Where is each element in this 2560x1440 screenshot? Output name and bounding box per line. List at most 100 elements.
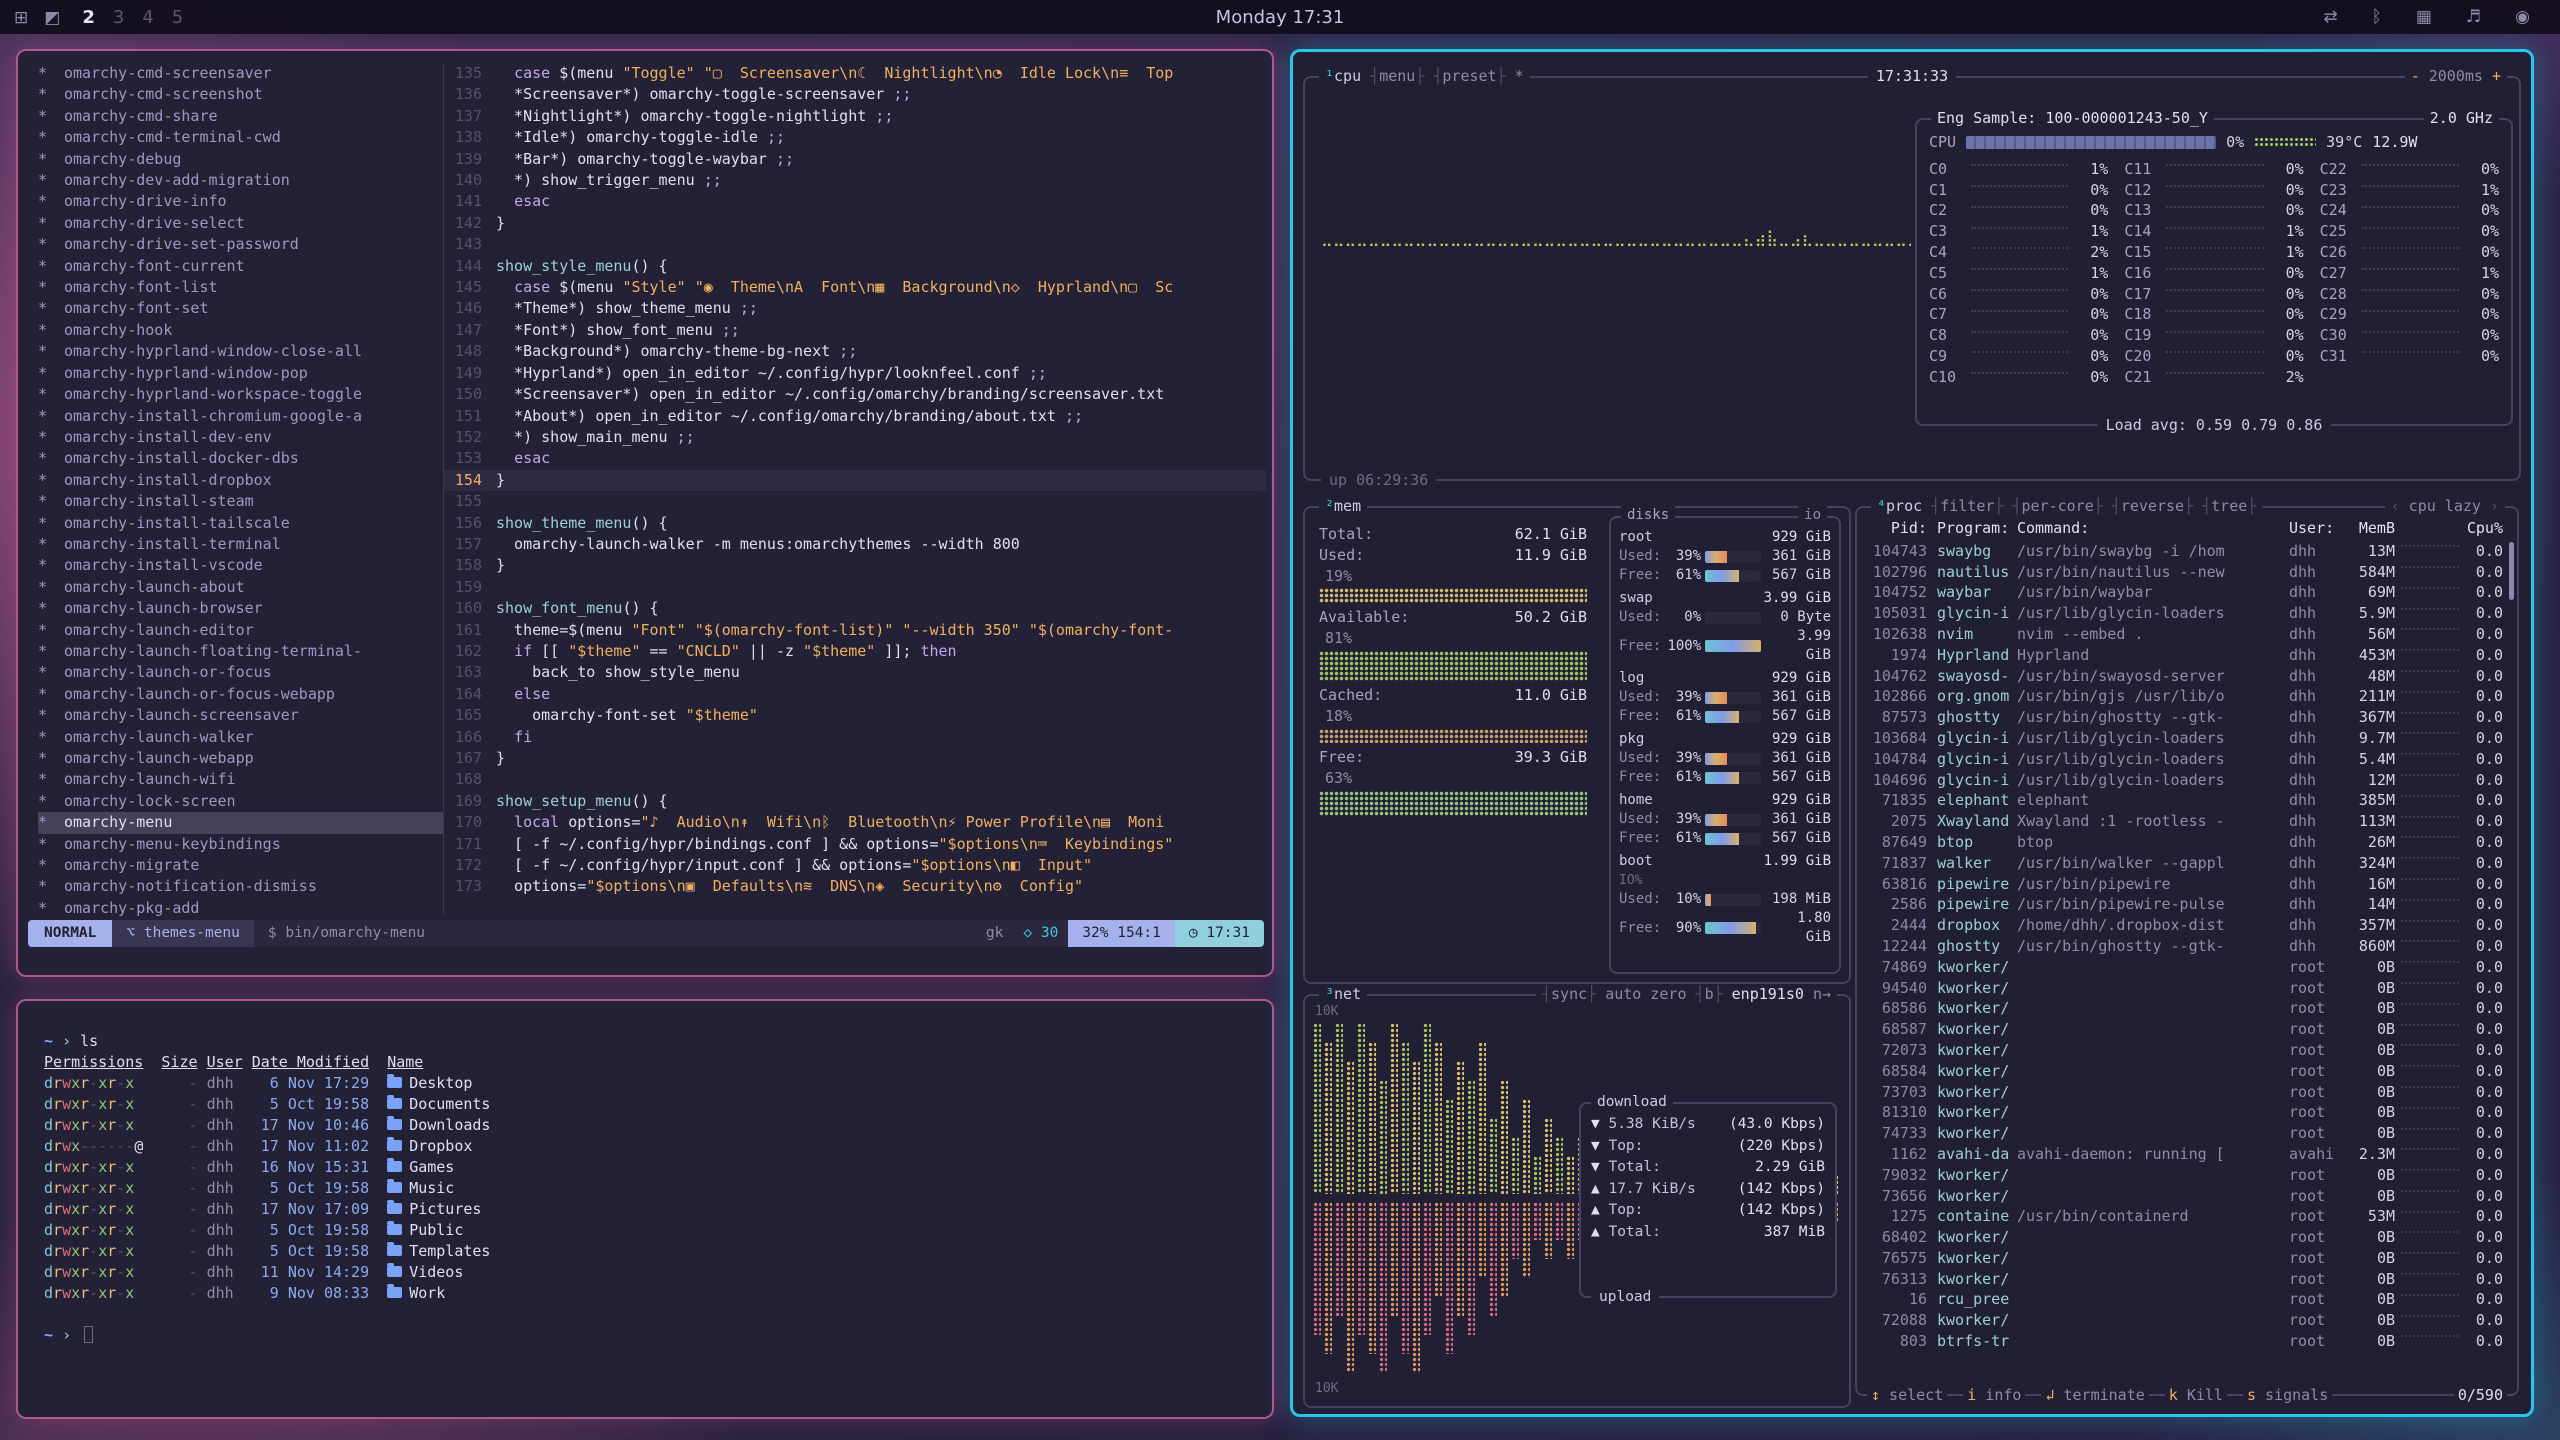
file-list-item[interactable]: *omarchy-cmd-screensaver	[38, 63, 443, 84]
process-row[interactable]: 103684glycin-i/usr/lib/glycin-loadersdhh…	[1863, 728, 2503, 749]
process-row[interactable]: 105031glycin-i/usr/lib/glycin-loadersdhh…	[1863, 603, 2503, 624]
proc-col-header[interactable]: MemB	[2345, 518, 2395, 539]
file-list-item[interactable]: *omarchy-launch-or-focus-webapp	[38, 684, 443, 705]
volume-icon[interactable]: ♬	[2466, 7, 2481, 27]
process-row[interactable]: 16rcu_pree root0B0.0	[1863, 1289, 2503, 1310]
process-row[interactable]: 76575kworker/ root0B0.0	[1863, 1248, 2503, 1269]
net-b-button[interactable]: b	[1705, 985, 1714, 1003]
file-list-item[interactable]: *omarchy-pkg-add	[38, 898, 443, 916]
menu-button[interactable]: menu	[1379, 66, 1415, 87]
process-row[interactable]: 72073kworker/ root0B0.0	[1863, 1040, 2503, 1061]
process-row[interactable]: 12244ghostty/usr/bin/ghostty --gtk-dhh86…	[1863, 936, 2503, 957]
proc-key-signals[interactable]: s signals	[2243, 1385, 2332, 1406]
file-list-item[interactable]: *omarchy-launch-about	[38, 577, 443, 598]
file-list-item[interactable]: *omarchy-install-tailscale	[38, 513, 443, 534]
window-icon[interactable]: ◩	[44, 8, 60, 28]
net-sync-button[interactable]: sync	[1551, 985, 1587, 1003]
bluetooth-icon[interactable]: ᛒ	[2372, 7, 2382, 27]
file-list-item[interactable]: *omarchy-install-steam	[38, 491, 443, 512]
process-row[interactable]: 1162avahi-daavahi-daemon: running [avahi…	[1863, 1144, 2503, 1165]
layout-icon[interactable]: ⊞	[14, 8, 28, 28]
proc-key-terminate[interactable]: ↲ terminate	[2041, 1385, 2148, 1406]
process-row[interactable]: 68586kworker/ root0B0.0	[1863, 998, 2503, 1019]
process-row[interactable]: 72088kworker/ root0B0.0	[1863, 1310, 2503, 1331]
proc-reverse-button[interactable]: reverse	[2121, 496, 2184, 517]
interval-minus[interactable]: -	[2411, 67, 2420, 85]
process-row[interactable]: 1275containe/usr/bin/containerdroot53M0.…	[1863, 1206, 2503, 1227]
process-row[interactable]: 87649btopbtopdhh26M0.0	[1863, 832, 2503, 853]
process-row[interactable]: 74733kworker/ root0B0.0	[1863, 1123, 2503, 1144]
process-row[interactable]: 2444dropbox/home/dhh/.dropbox-distdhh357…	[1863, 915, 2503, 936]
file-list-item[interactable]: *omarchy-font-current	[38, 256, 443, 277]
file-list-item[interactable]: *omarchy-launch-or-focus	[38, 662, 443, 683]
process-row[interactable]: 803btrfs-tr root0B0.0	[1863, 1331, 2503, 1352]
process-row[interactable]: 79032kworker/ root0B0.0	[1863, 1165, 2503, 1186]
file-list-item[interactable]: *omarchy-drive-set-password	[38, 234, 443, 255]
proc-col-header[interactable]: Pid:	[1863, 518, 1927, 539]
proc-col-header[interactable]: User:	[2289, 518, 2345, 539]
workspace-2[interactable]: 2	[82, 7, 95, 28]
process-row[interactable]: 102638nvimnvim --embed .dhh56M0.0	[1863, 624, 2503, 645]
process-row[interactable]: 2075XwaylandXwayland :1 -rootless -dhh11…	[1863, 811, 2503, 832]
proc-col-header[interactable]: Program:	[1927, 518, 2017, 539]
power-icon[interactable]: ◉	[2515, 7, 2530, 27]
process-row[interactable]: 104696glycin-i/usr/lib/glycin-loadersdhh…	[1863, 770, 2503, 791]
keyboard-layout-icon[interactable]: ▦	[2416, 7, 2432, 27]
file-list-item[interactable]: *omarchy-hyprland-workspace-toggle	[38, 384, 443, 405]
process-row[interactable]: 74869kworker/ root0B0.0	[1863, 957, 2503, 978]
file-list-item[interactable]: *omarchy-launch-floating-terminal-	[38, 641, 443, 662]
file-list-item[interactable]: *omarchy-dev-add-migration	[38, 170, 443, 191]
file-list-item[interactable]: *omarchy-font-list	[38, 277, 443, 298]
file-list-item[interactable]: *omarchy-hyprland-window-pop	[38, 363, 443, 384]
workspace-3[interactable]: 3	[113, 7, 124, 28]
file-list-item[interactable]: *omarchy-launch-editor	[38, 620, 443, 641]
process-row[interactable]: 104752waybar/usr/bin/waybardhh69M0.0	[1863, 582, 2503, 603]
process-scrollbar[interactable]	[2509, 542, 2514, 600]
network-arrows-icon[interactable]: ⇄	[2323, 7, 2337, 27]
process-row[interactable]: 87573ghostty/usr/bin/ghostty --gtk-dhh36…	[1863, 707, 2503, 728]
proc-tree-button[interactable]: tree	[2211, 496, 2247, 517]
process-row[interactable]: 102866org.gnom/usr/bin/gjs /usr/lib/odhh…	[1863, 686, 2503, 707]
preset-button[interactable]: preset	[1442, 66, 1496, 87]
workspace-5[interactable]: 5	[172, 7, 183, 28]
io-mode-button[interactable]: io	[1798, 506, 1827, 525]
process-row[interactable]: 1974HyprlandHyprlanddhh453M0.0	[1863, 645, 2503, 666]
file-list-item[interactable]: *omarchy-drive-info	[38, 191, 443, 212]
file-list-item[interactable]: *omarchy-launch-screensaver	[38, 705, 443, 726]
file-list-item[interactable]: *omarchy-install-terminal	[38, 534, 443, 555]
file-list-item[interactable]: *omarchy-cmd-terminal-cwd	[38, 127, 443, 148]
net-next-button[interactable]: n→	[1813, 985, 1831, 1003]
process-row[interactable]: 68402kworker/ root0B0.0	[1863, 1227, 2503, 1248]
file-list-item[interactable]: *omarchy-install-dropbox	[38, 470, 443, 491]
interval-plus[interactable]: +	[2492, 67, 2501, 85]
terminal-window[interactable]: ~ › lsPermissions Size User Date Modifie…	[16, 999, 1274, 1419]
process-row[interactable]: 68584kworker/ root0B0.0	[1863, 1061, 2503, 1082]
process-row[interactable]: 73656kworker/ root0B0.0	[1863, 1186, 2503, 1207]
file-list-item[interactable]: *omarchy-font-set	[38, 298, 443, 319]
workspace-4[interactable]: 4	[142, 7, 153, 28]
system-monitor-window[interactable]: ¹cpu ┤menu├ ┤preset├ * 17:31:33 - 2000ms…	[1290, 49, 2534, 1417]
process-row[interactable]: 102796nautilus/usr/bin/nautilus --newdhh…	[1863, 562, 2503, 583]
file-list-item[interactable]: *omarchy-launch-walker	[38, 727, 443, 748]
proc-key-info[interactable]: i info	[1963, 1385, 2025, 1406]
proc-key-select[interactable]: ↕ select	[1867, 1385, 1947, 1406]
process-row[interactable]: 76313kworker/ root0B0.0	[1863, 1269, 2503, 1290]
net-auto-button[interactable]: auto	[1605, 985, 1641, 1003]
file-list-item[interactable]: *omarchy-hook	[38, 320, 443, 341]
file-list-item[interactable]: *omarchy-launch-webapp	[38, 748, 443, 769]
file-list-item[interactable]: *omarchy-notification-dismiss	[38, 876, 443, 897]
process-row[interactable]: 104784glycin-i/usr/lib/glycin-loadersdhh…	[1863, 749, 2503, 770]
proc-filter-button[interactable]: filter	[1940, 496, 1994, 517]
file-list-item[interactable]: *omarchy-debug	[38, 149, 443, 170]
process-row[interactable]: 71837walker/usr/bin/walker --gappldhh324…	[1863, 853, 2503, 874]
file-list-item[interactable]: *omarchy-lock-screen	[38, 791, 443, 812]
file-list-item[interactable]: *omarchy-migrate	[38, 855, 443, 876]
file-list-item[interactable]: *omarchy-launch-browser	[38, 598, 443, 619]
file-list-item[interactable]: *omarchy-cmd-share	[38, 106, 443, 127]
process-row[interactable]: 73703kworker/ root0B0.0	[1863, 1082, 2503, 1103]
process-row[interactable]: 2586pipewire/usr/bin/pipewire-pulsedhh14…	[1863, 894, 2503, 915]
file-list-item[interactable]: *omarchy-install-vscode	[38, 555, 443, 576]
proc-key-kill[interactable]: k Kill	[2165, 1385, 2227, 1406]
proc-col-header[interactable]: Command:	[2017, 518, 2289, 539]
file-list-item[interactable]: *omarchy-hyprland-window-close-all	[38, 341, 443, 362]
